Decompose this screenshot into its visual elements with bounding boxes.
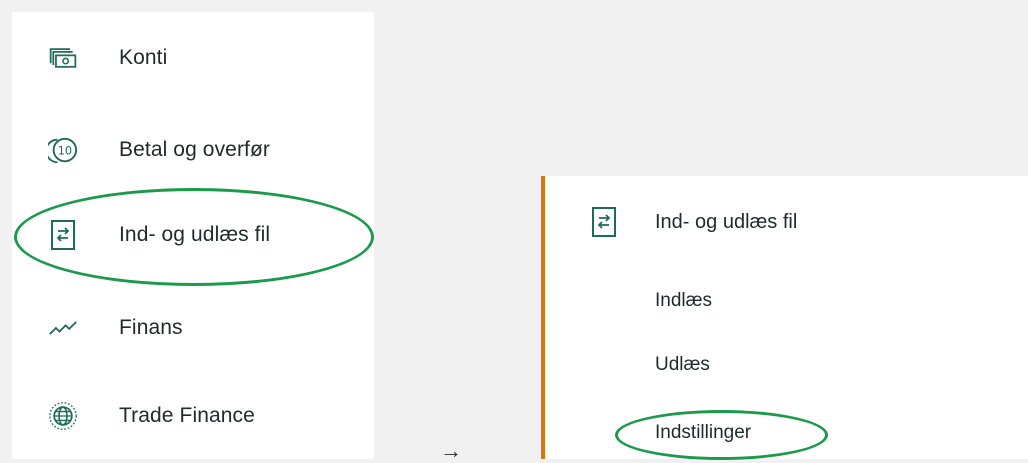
submenu-header-ind-udlaes[interactable]: Ind- og udlæs fil: [545, 193, 1025, 253]
svg-text:10: 10: [58, 145, 72, 158]
sidebar-item-label: Betal og overfør: [119, 138, 270, 161]
accounts-icon: [48, 43, 78, 73]
sidebar-item-finans[interactable]: Finans: [12, 298, 374, 358]
submenu-item-indlaes[interactable]: Indlæs: [655, 290, 712, 312]
file-submenu: Ind- og udlæs fil Indlæs Udlæs Indstilli…: [541, 176, 1028, 459]
sidebar-item-label: Ind- og udlæs fil: [119, 223, 271, 246]
sidebar-item-konti[interactable]: Konti: [12, 28, 374, 88]
submenu-item-udlaes[interactable]: Udlæs: [655, 354, 710, 376]
file-transfer-icon: [591, 206, 617, 238]
sidebar-item-label: Finans: [119, 316, 183, 339]
submenu-header-label: Ind- og udlæs fil: [655, 211, 798, 233]
sidebar-item-ind-udlaes[interactable]: Ind- og udlæs fil: [12, 205, 374, 265]
file-transfer-icon: [48, 220, 78, 250]
submenu-item-indstillinger[interactable]: Indstillinger: [655, 422, 751, 444]
navigation-sidebar: Konti 10 Betal og overfør Ind- og udlæs …: [12, 12, 374, 459]
sidebar-item-betal[interactable]: 10 Betal og overfør: [12, 120, 374, 180]
finance-chart-icon: [48, 313, 78, 343]
sidebar-item-label: Konti: [119, 46, 168, 69]
sidebar-item-trade-finance[interactable]: Trade Finance: [12, 386, 374, 446]
sidebar-item-label: Trade Finance: [119, 404, 255, 427]
globe-icon: [48, 401, 78, 431]
payment-coin-icon: 10: [48, 135, 78, 165]
